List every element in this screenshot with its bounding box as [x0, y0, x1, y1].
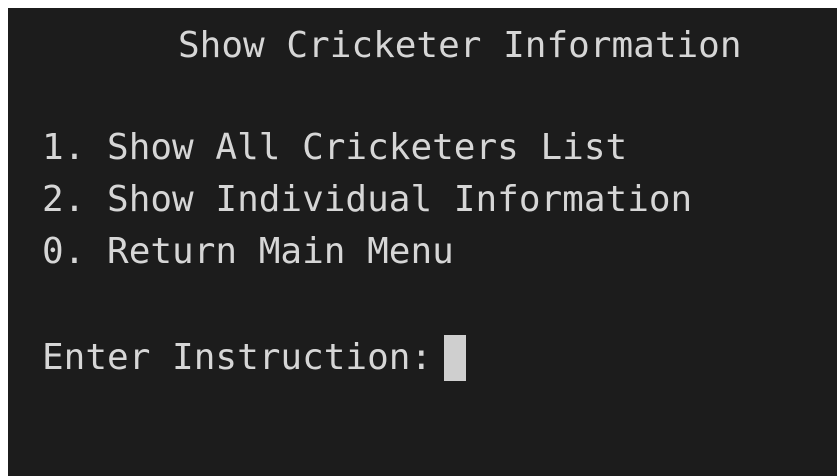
menu-item-show-individual-information: 2. Show Individual Information — [42, 179, 693, 220]
menu-title: Show Cricketer Information — [178, 25, 742, 66]
terminal-window: Show Cricketer Information 1. Show All C… — [8, 8, 837, 476]
instruction-prompt-row[interactable]: Enter Instruction: — [42, 335, 467, 381]
text-cursor[interactable] — [444, 335, 467, 381]
instruction-prompt-label: Enter Instruction: — [42, 337, 433, 378]
menu-item-show-all-cricketers: 1. Show All Cricketers List — [42, 127, 628, 168]
menu-item-return-main-menu: 0. Return Main Menu — [42, 231, 454, 272]
